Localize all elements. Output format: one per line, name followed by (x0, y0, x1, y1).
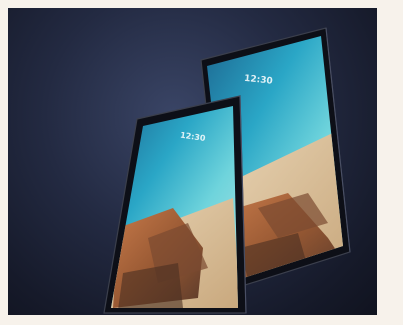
image-frame: 12:30 12:30 (0, 0, 403, 325)
product-photo: 12:30 12:30 (8, 8, 377, 315)
tablets-illustration (103, 27, 351, 314)
